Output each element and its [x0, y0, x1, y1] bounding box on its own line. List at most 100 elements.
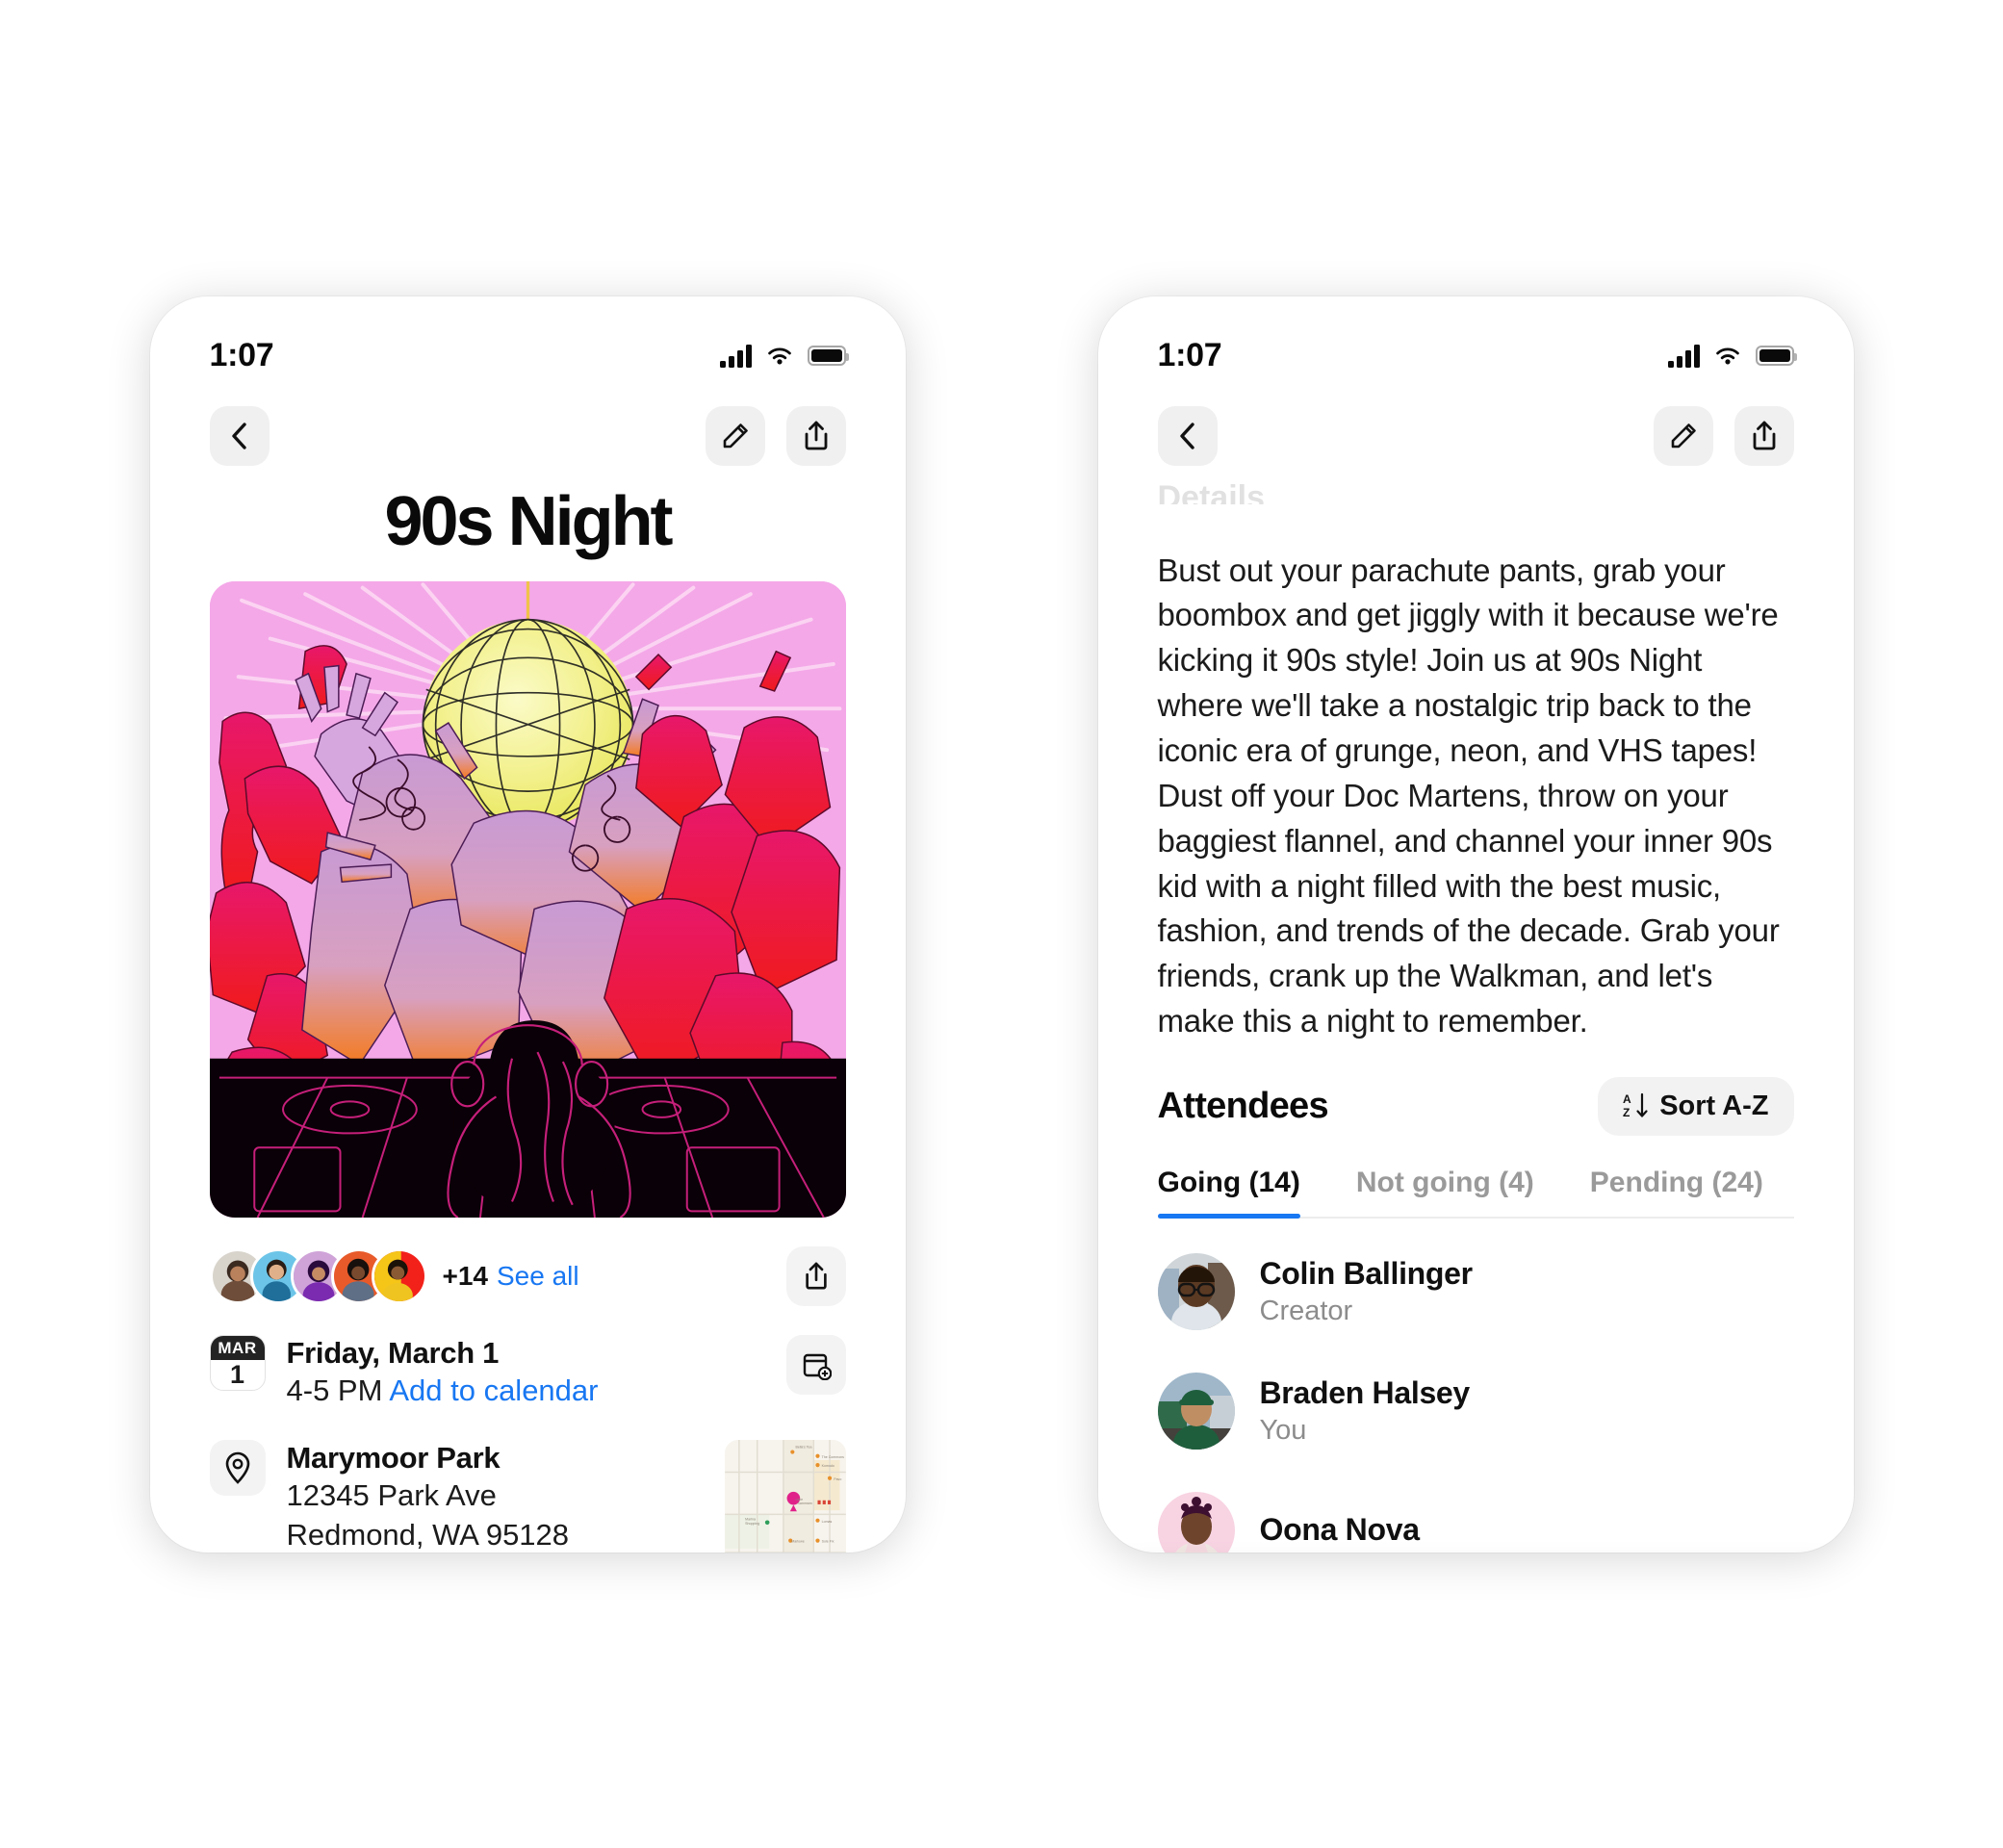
attendee-text: Colin Ballinger Creator — [1259, 1255, 1474, 1327]
add-to-calendar-button[interactable] — [785, 1334, 846, 1395]
tab-pending[interactable]: Pending (24) — [1590, 1167, 1763, 1217]
tab-going[interactable]: Going (14) — [1157, 1167, 1301, 1219]
svg-text:Sole Fix: Sole Fix — [821, 1539, 834, 1543]
attendee-tabs: Going (14) Not going (4) Pending (24) — [1157, 1167, 1794, 1219]
battery-icon — [1755, 346, 1797, 366]
avatar-stack[interactable] — [209, 1247, 427, 1304]
location-text: Marymoor Park 12345 Park Ave Redmond, WA… — [287, 1440, 704, 1553]
battery-icon — [807, 346, 849, 366]
svg-text:A: A — [1623, 1092, 1631, 1106]
date-time: 4-5 PM — [286, 1373, 383, 1408]
list-item[interactable]: Braden Halsey You — [1157, 1351, 1794, 1471]
right-screen-body: Details Bust out your parachute pants, g… — [1098, 479, 1854, 1553]
screenshot-stage: 1:07 90s Night +14 See all MAR 1 Friday,… — [0, 0, 2003, 1848]
signal-bars-icon — [719, 344, 752, 368]
phone-left: 1:07 90s Night +14 See all MAR 1 Friday,… — [149, 295, 906, 1553]
avatar-colin — [1157, 1252, 1235, 1330]
guests-share-button[interactable] — [785, 1245, 846, 1306]
sort-az-button[interactable]: A Z Sort A-Z — [1598, 1076, 1794, 1136]
attendees-header: Attendees A Z Sort A-Z — [1157, 1076, 1794, 1136]
location-row[interactable]: Marymoor Park 12345 Park Ave Redmond, WA… — [209, 1439, 846, 1553]
attendee-name: Oona Nova — [1259, 1512, 1421, 1548]
attendee-role: Creator — [1259, 1295, 1353, 1326]
scrolled-heading: Details — [1157, 478, 1266, 504]
attendee-list: Colin Ballinger Creator Braden Halsey Yo… — [1157, 1232, 1794, 1553]
avatar[interactable] — [371, 1247, 427, 1304]
avatar-braden — [1157, 1372, 1235, 1450]
attendee-role: You — [1259, 1414, 1307, 1446]
list-item[interactable]: Oona Nova — [1157, 1471, 1794, 1553]
edit-button[interactable] — [1653, 405, 1713, 466]
date-row[interactable]: MAR 1 Friday, March 1 4-5 PM Add to cale… — [209, 1334, 846, 1411]
share-button[interactable] — [785, 405, 846, 466]
pencil-icon — [723, 423, 748, 448]
chevron-left-icon — [231, 422, 246, 449]
svg-text:Pavo: Pavo — [834, 1476, 841, 1480]
list-item[interactable]: Colin Ballinger Creator — [1157, 1232, 1794, 1351]
left-content: 90s Night +14 See all MAR 1 Friday, Marc… — [150, 487, 906, 1553]
back-button[interactable] — [209, 405, 270, 466]
date-text: Friday, March 1 4-5 PM Add to calendar — [287, 1335, 765, 1411]
guests-row: +14 See all — [209, 1245, 846, 1306]
status-icons — [719, 344, 849, 368]
attendees-title: Attendees — [1157, 1085, 1329, 1126]
nav-bar — [1098, 389, 1854, 474]
sort-az-icon: A Z — [1623, 1092, 1648, 1119]
page-title: 90s Night — [384, 482, 673, 560]
location-city: Redmond, WA 95128 — [286, 1517, 570, 1552]
avatar — [1157, 1491, 1235, 1553]
svg-text:The Commons: The Commons — [821, 1454, 843, 1458]
svg-text:Bella's Tea: Bella's Tea — [795, 1445, 811, 1449]
location-street: 12345 Park Ave — [286, 1478, 497, 1513]
guest-count: +14 — [442, 1260, 489, 1291]
left-screen-body: 90s Night +14 See all MAR 1 Friday, Marc… — [150, 487, 906, 1553]
map-pin-icon — [225, 1451, 249, 1484]
attendee-name: Colin Ballinger — [1259, 1255, 1474, 1291]
svg-text:Komodo: Komodo — [821, 1464, 834, 1468]
edit-button[interactable] — [705, 405, 765, 466]
map-thumbnail-image: Lake Sammam Marina Shopping The Commons … — [724, 1439, 846, 1553]
location-name: Marymoor Park — [286, 1440, 501, 1475]
avatar-oona — [1157, 1491, 1235, 1553]
map-thumbnail[interactable]: Lake Sammam Marina Shopping The Commons … — [724, 1439, 846, 1553]
status-bar: 1:07 — [1098, 296, 1854, 389]
tab-not-going[interactable]: Not going (4) — [1356, 1167, 1534, 1217]
avatar — [1157, 1252, 1235, 1330]
attendee-text: Braden Halsey You — [1259, 1374, 1471, 1447]
svg-text:Lomas: Lomas — [821, 1519, 832, 1523]
calendar-month: MAR — [210, 1335, 265, 1360]
svg-text:Marlowe: Marlowe — [791, 1539, 804, 1543]
guest-avatars[interactable]: +14 See all — [209, 1247, 579, 1304]
status-bar: 1:07 — [150, 296, 906, 389]
date-time-line: 4-5 PM Add to calendar — [287, 1372, 765, 1410]
svg-text:Shopping: Shopping — [745, 1521, 759, 1525]
right-content: Details Bust out your parachute pants, g… — [1098, 479, 1854, 1553]
nav-actions — [1653, 405, 1794, 466]
phone-right: 1:07 Details Bust out your parachute pan… — [1097, 295, 1854, 1553]
status-time: 1:07 — [1157, 337, 1222, 373]
disco-ball-dancers-illustration — [209, 580, 846, 1218]
back-button[interactable] — [1157, 405, 1218, 466]
nav-bar — [150, 389, 906, 474]
add-to-calendar-icon — [803, 1353, 832, 1380]
share-upload-icon — [1753, 421, 1775, 449]
see-all-link[interactable]: See all — [497, 1261, 579, 1292]
svg-text:Z: Z — [1623, 1106, 1630, 1119]
attendee-name: Braden Halsey — [1259, 1374, 1471, 1410]
chevron-left-icon — [1179, 422, 1194, 449]
svg-text:Sammam: Sammam — [797, 1502, 811, 1505]
calendar-day: 1 — [229, 1359, 245, 1389]
add-to-calendar-link[interactable]: Add to calendar — [389, 1373, 598, 1407]
signal-bars-icon — [1667, 344, 1700, 368]
date-title: Friday, March 1 — [286, 1335, 500, 1370]
nav-actions — [705, 405, 846, 466]
pencil-icon — [1671, 423, 1696, 448]
sort-az-label: Sort A-Z — [1659, 1090, 1769, 1121]
hero-illustration — [209, 580, 846, 1218]
status-time: 1:07 — [209, 337, 274, 373]
calendar-date-icon: MAR 1 — [209, 1334, 266, 1391]
wifi-icon — [767, 346, 791, 364]
location-icon-wrap — [209, 1439, 266, 1496]
share-button[interactable] — [1733, 405, 1794, 466]
share-upload-icon — [805, 421, 827, 449]
